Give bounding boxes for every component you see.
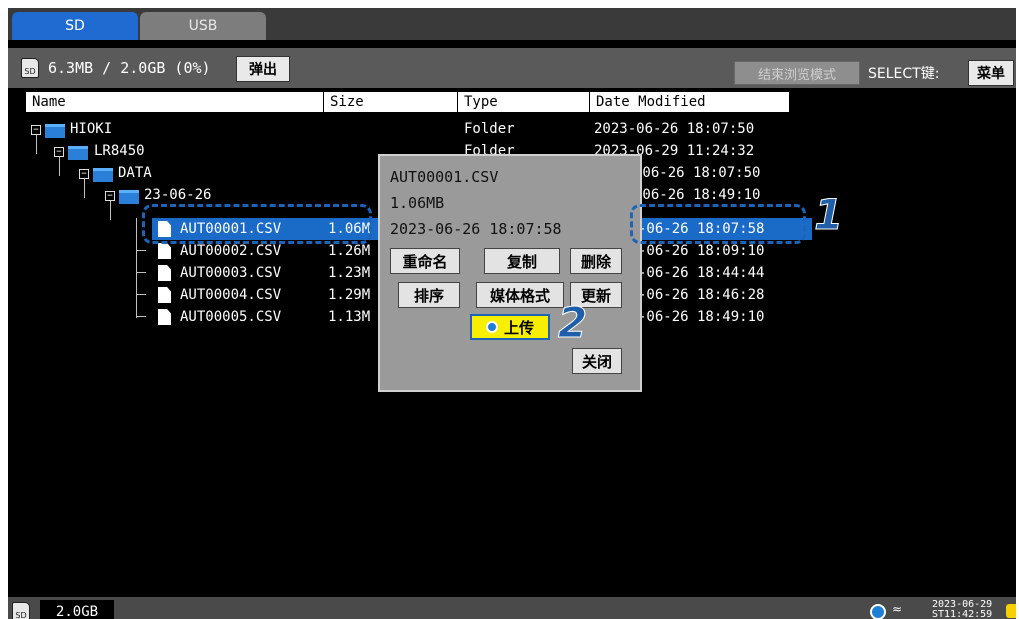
tree-line: [136, 218, 137, 318]
media-format-button[interactable]: 媒体格式: [476, 282, 564, 308]
column-header-type[interactable]: Type: [458, 92, 590, 112]
sd-card-icon: SD: [21, 58, 39, 78]
callout-step-2: 2: [557, 298, 588, 348]
tree-row-name[interactable]: LR8450: [94, 140, 145, 162]
column-header-date[interactable]: Date Modified: [590, 92, 790, 112]
menu-file-name: AUT00001.CSV: [390, 168, 499, 186]
upload-button[interactable]: 上传: [470, 314, 550, 340]
column-header-name[interactable]: Name: [26, 92, 324, 112]
storage-usage: 6.3MB / 2.0GB (0%): [48, 59, 211, 77]
logger-screen: SD USB SD 6.3MB / 2.0GB (0%) 弹出 结束浏览模式 S…: [8, 8, 1016, 619]
tree-line: [136, 272, 146, 273]
folder-icon: [68, 146, 88, 160]
tree-row-type: Folder: [464, 121, 515, 137]
status-datetime: 2023-06-29 ST11:42:59: [932, 600, 992, 619]
tree-row-date: -06-26 18:07:50: [634, 165, 761, 181]
csv-file-icon: [158, 243, 171, 259]
upload-cloud-icon: [485, 321, 498, 333]
wifi-icon: ≈: [892, 602, 903, 616]
close-button[interactable]: 关闭: [572, 348, 622, 374]
csv-file-icon: [158, 309, 171, 325]
highlight-selected-file: [142, 204, 372, 244]
tree-row-date: -06-26 18:49:10: [638, 309, 765, 325]
highlight-selected-date: [630, 204, 806, 244]
status-bar: [8, 597, 1016, 619]
sd-card-icon: SD: [12, 602, 30, 619]
collapse-icon[interactable]: −: [31, 125, 41, 135]
tree-row-date: 2023-06-26 18:07:50: [594, 121, 755, 137]
tab-usb[interactable]: USB: [140, 12, 266, 40]
sort-button[interactable]: 排序: [398, 282, 460, 308]
tree-line: [136, 294, 146, 295]
tree-row-name[interactable]: AUT00005.CSV: [180, 306, 281, 328]
tree-row-date: -06-26 18:49:10: [634, 187, 761, 203]
menu-file-date: 2023-06-26 18:07:58: [390, 220, 562, 238]
collapse-icon[interactable]: −: [54, 147, 64, 157]
cloud-status-icon: [870, 604, 886, 619]
collapse-icon[interactable]: −: [79, 169, 89, 179]
storage-capacity: 2.0GB: [40, 600, 114, 619]
tree-row-name[interactable]: AUT00003.CSV: [180, 262, 281, 284]
folder-icon: [119, 190, 139, 204]
tab-sd[interactable]: SD: [12, 12, 138, 40]
callout-step-1: 1: [813, 190, 844, 240]
delete-button[interactable]: 删除: [570, 248, 622, 274]
upload-label: 上传: [503, 318, 534, 337]
tree-row-size: 1.13M: [328, 309, 371, 325]
menu-file-size: 1.06MB: [390, 194, 445, 212]
copy-button[interactable]: 复制: [484, 248, 560, 274]
tree-row-size: 1.23M: [328, 265, 371, 281]
tree-row-name[interactable]: AUT00004.CSV: [180, 284, 281, 306]
select-key-label: SELECT键:: [868, 66, 940, 82]
csv-file-icon: [158, 287, 171, 303]
collapse-icon[interactable]: −: [105, 191, 115, 201]
csv-file-icon: [158, 265, 171, 281]
tree-row-name[interactable]: 23-06-26: [144, 184, 211, 206]
tree-line: [136, 250, 146, 251]
tree-row-date: -06-26 18:46:28: [638, 287, 765, 303]
tree-row-name[interactable]: DATA: [118, 162, 152, 184]
tree-row-date: -06-26 18:44:44: [638, 265, 765, 281]
tree-line: [136, 316, 146, 317]
exit-browse-mode-button[interactable]: 结束浏览模式: [734, 61, 860, 85]
menu-button[interactable]: 菜单: [968, 60, 1014, 86]
tree-row-name[interactable]: HIOKI: [70, 118, 112, 140]
status-time: ST11:42:59: [932, 609, 993, 619]
eject-button[interactable]: 弹出: [236, 56, 290, 82]
column-header-size[interactable]: Size: [324, 92, 458, 112]
warning-indicator-icon: [1006, 604, 1016, 618]
folder-icon: [45, 124, 65, 138]
tree-row-size: 1.29M: [328, 287, 371, 303]
folder-icon: [93, 168, 113, 182]
rename-button[interactable]: 重命名: [390, 248, 460, 274]
